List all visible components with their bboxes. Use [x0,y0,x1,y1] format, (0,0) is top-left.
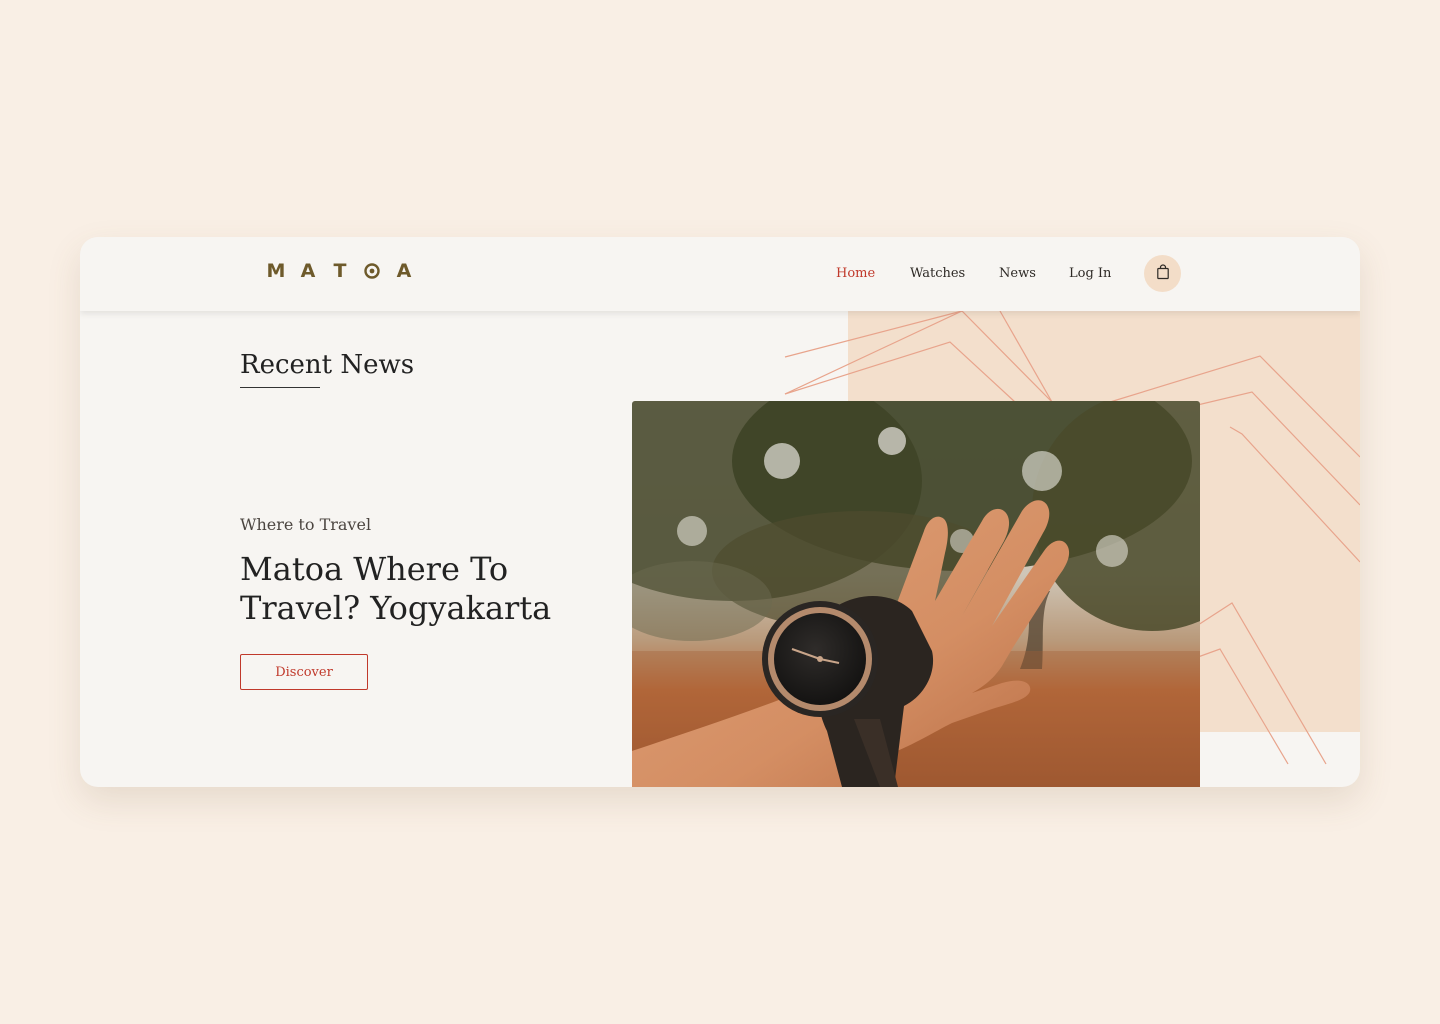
hand-with-wooden-watch-photo [632,401,1200,787]
cart-button[interactable] [1144,255,1181,292]
article-category: Where to Travel [240,515,372,534]
section-title: Recent News [240,350,415,380]
nav-item-watches[interactable]: Watches [910,265,965,283]
nav-item-news[interactable]: News [999,265,1036,283]
hero-image [632,401,1200,787]
title-underline [240,387,320,388]
main-card: M A T A Home Watches News Log In Recent … [80,237,1360,787]
nav-item-login[interactable]: Log In [1069,265,1111,283]
discover-button[interactable]: Discover [240,654,368,690]
article-headline: Matoa Where To Travel? Yogyakarta [240,550,552,627]
shopping-bag-icon [1156,263,1170,284]
nav-item-home[interactable]: Home [836,265,875,283]
site-header: M A T A Home Watches News Log In [80,237,1360,311]
